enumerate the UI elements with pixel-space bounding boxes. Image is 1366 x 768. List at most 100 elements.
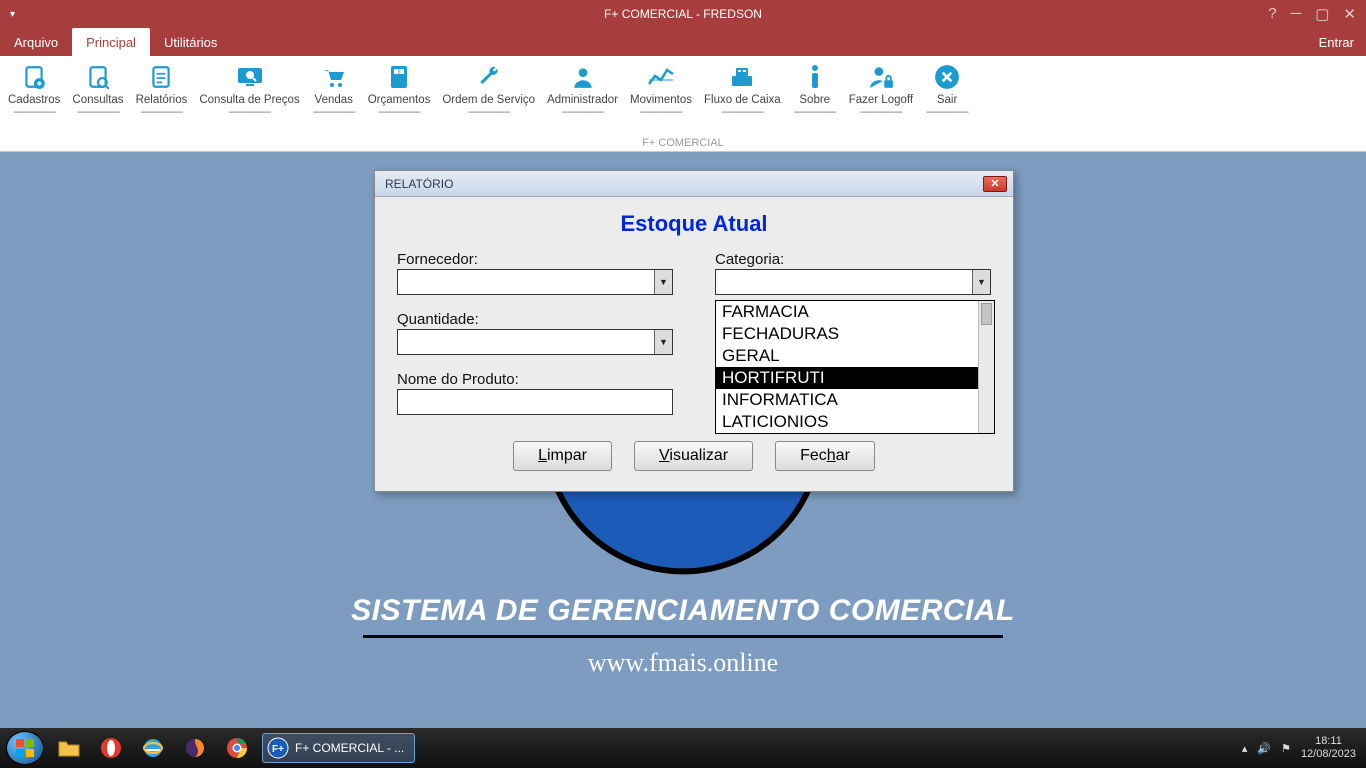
ribbon-drop: ------------------ xyxy=(378,107,420,118)
quantidade-combobox[interactable]: ▼ xyxy=(397,329,673,355)
tab-principal[interactable]: Principal xyxy=(72,28,150,56)
categoria-dropdown-list[interactable]: FARMACIAFECHADURASGERALHORTIFRUTIINFORMA… xyxy=(715,300,995,434)
opera-icon xyxy=(100,737,122,759)
folder-icon xyxy=(57,738,81,758)
btn-text: isualizar xyxy=(669,447,728,464)
categoria-option[interactable]: LATICIONIOS xyxy=(716,411,978,433)
categoria-option[interactable]: GERAL xyxy=(716,345,978,367)
ribbon-label: Fluxo de Caixa xyxy=(704,94,781,107)
categoria-combobox[interactable]: ▼ xyxy=(715,269,991,295)
scrollbar-thumb[interactable] xyxy=(981,303,992,325)
help-icon[interactable]: ? xyxy=(1268,5,1276,23)
ribbon-vendas[interactable]: Vendas ------------------ xyxy=(312,62,356,118)
categoria-option[interactable]: HORTIFRUTI xyxy=(716,367,978,389)
ribbon-label: Fazer Logoff xyxy=(849,94,913,107)
dropdown-scrollbar[interactable] xyxy=(978,301,994,433)
ribbon-label: Cadastros xyxy=(8,94,60,107)
taskbar-opera[interactable] xyxy=(94,733,128,763)
cash-register-icon xyxy=(727,62,757,92)
btn-text: impar xyxy=(547,447,587,464)
ribbon-sobre[interactable]: Sobre ------------------ xyxy=(793,62,837,118)
ribbon-group-caption: F+ COMERCIAL xyxy=(642,137,724,149)
dialog-title: RELATÓRIO xyxy=(385,177,453,191)
ribbon-label: Orçamentos xyxy=(368,94,431,107)
ribbon-drop: ------------------ xyxy=(860,107,902,118)
nome-produto-input[interactable] xyxy=(397,389,673,415)
ribbon-relatorios[interactable]: Relatórios ------------------ xyxy=(136,62,188,118)
ribbon-label: Consultas xyxy=(72,94,123,107)
ribbon-fluxo-caixa[interactable]: Fluxo de Caixa ------------------ xyxy=(704,62,781,118)
ribbon-movimentos[interactable]: Movimentos ------------------ xyxy=(630,62,692,118)
firefox-icon xyxy=(184,737,206,759)
tab-arquivo[interactable]: Arquivo xyxy=(0,28,72,56)
ribbon-ordem-servico[interactable]: Ordem de Serviço ------------------ xyxy=(442,62,535,118)
ribbon-consultas[interactable]: Consultas ------------------ xyxy=(72,62,123,118)
ribbon-logoff[interactable]: Fazer Logoff ------------------ xyxy=(849,62,913,118)
svg-text:$: $ xyxy=(398,70,401,76)
taskbar-chrome[interactable] xyxy=(220,733,254,763)
dialog-heading: Estoque Atual xyxy=(397,211,991,237)
tray-volume-icon[interactable]: 🔊 xyxy=(1257,742,1271,755)
fornecedor-combobox[interactable]: ▼ xyxy=(397,269,673,295)
dialog-close-button[interactable]: ✕ xyxy=(983,176,1007,192)
system-tray: ▴ 🔊 ⚑ 18:11 12/08/2023 xyxy=(1242,735,1360,760)
start-button[interactable] xyxy=(6,731,44,765)
tray-chevron-icon[interactable]: ▴ xyxy=(1242,742,1248,755)
ribbon-label: Administrador xyxy=(547,94,618,107)
monitor-search-icon xyxy=(235,62,265,92)
taskbar-firefox[interactable] xyxy=(178,733,212,763)
app-titlebar: ▾ F+ COMERCIAL - FREDSON ? ─ ▢ ✕ xyxy=(0,0,1366,28)
ribbon-orcamentos[interactable]: $ Orçamentos ------------------ xyxy=(368,62,431,118)
dialog-titlebar[interactable]: RELATÓRIO ✕ xyxy=(375,171,1013,197)
ribbon-label: Ordem de Serviço xyxy=(442,94,535,107)
btn-text: ar xyxy=(836,447,850,464)
website-url: www.fmais.online xyxy=(588,648,778,678)
admin-user-icon xyxy=(568,62,598,92)
qat-caret-icon[interactable]: ▾ xyxy=(10,9,15,20)
fornecedor-label: Fornecedor: xyxy=(397,251,478,268)
tab-utilitarios[interactable]: Utilitários xyxy=(150,28,231,56)
quick-access: ▾ xyxy=(0,9,70,20)
ribbon-drop: ------------------ xyxy=(721,107,763,118)
app-title: F+ COMERCIAL - FREDSON xyxy=(604,7,762,21)
ribbon-cadastros[interactable]: Cadastros ------------------ xyxy=(8,62,60,118)
ribbon-drop: ------------------ xyxy=(77,107,119,118)
ribbon-drop: ------------------ xyxy=(926,107,968,118)
ribbon-label: Relatórios xyxy=(136,94,188,107)
minimize-icon[interactable]: ─ xyxy=(1291,5,1302,23)
entrar-link[interactable]: Entrar xyxy=(1319,28,1366,56)
maximize-icon[interactable]: ▢ xyxy=(1315,5,1329,23)
categoria-option[interactable]: INFORMATICA xyxy=(716,389,978,411)
ribbon-administrador[interactable]: Administrador ------------------ xyxy=(547,62,618,118)
categoria-option[interactable]: FARMACIA xyxy=(716,301,978,323)
ribbon: Cadastros ------------------ Consultas -… xyxy=(0,56,1366,152)
nome-produto-label: Nome do Produto: xyxy=(397,371,519,388)
tray-action-icon[interactable]: ⚑ xyxy=(1281,742,1291,755)
chevron-down-icon: ▼ xyxy=(654,270,672,294)
close-icon[interactable]: ✕ xyxy=(1343,5,1356,23)
user-lock-icon xyxy=(866,62,896,92)
taskbar-ie[interactable] xyxy=(136,733,170,763)
clipboard-plus-icon xyxy=(19,62,49,92)
tray-clock[interactable]: 18:11 12/08/2023 xyxy=(1301,735,1360,760)
cart-icon xyxy=(319,62,349,92)
nome-produto-field[interactable] xyxy=(398,390,672,414)
ribbon-label: Vendas xyxy=(315,94,353,107)
desktop-area: SISTEMA DE GERENCIAMENTO COMERCIAL www.f… xyxy=(0,152,1366,728)
categoria-option[interactable]: FECHADURAS xyxy=(716,323,978,345)
taskbar-app-button[interactable]: F+ F+ COMERCIAL - ... xyxy=(262,733,415,763)
taskbar: F+ F+ COMERCIAL - ... ▴ 🔊 ⚑ 18:11 12/08/… xyxy=(0,728,1366,768)
relatorio-dialog: RELATÓRIO ✕ Estoque Atual Fornecedor: ▼ … xyxy=(374,170,1014,492)
limpar-button[interactable]: Limpar xyxy=(513,441,612,471)
ribbon-drop: ------------------ xyxy=(794,107,836,118)
taskbar-explorer[interactable] xyxy=(52,733,86,763)
ribbon-sair[interactable]: Sair ------------------ xyxy=(925,62,969,118)
visualizar-button[interactable]: Visualizar xyxy=(634,441,753,471)
menu-bar: Arquivo Principal Utilitários Entrar xyxy=(0,28,1366,56)
tray-time: 18:11 xyxy=(1301,735,1356,748)
fechar-button[interactable]: Fechar xyxy=(775,441,875,471)
wrench-icon xyxy=(474,62,504,92)
taskbar-app-label: F+ COMERCIAL - ... xyxy=(295,741,404,755)
chevron-down-icon: ▼ xyxy=(654,330,672,354)
ribbon-consulta-precos[interactable]: Consulta de Preços ------------------ xyxy=(199,62,299,118)
